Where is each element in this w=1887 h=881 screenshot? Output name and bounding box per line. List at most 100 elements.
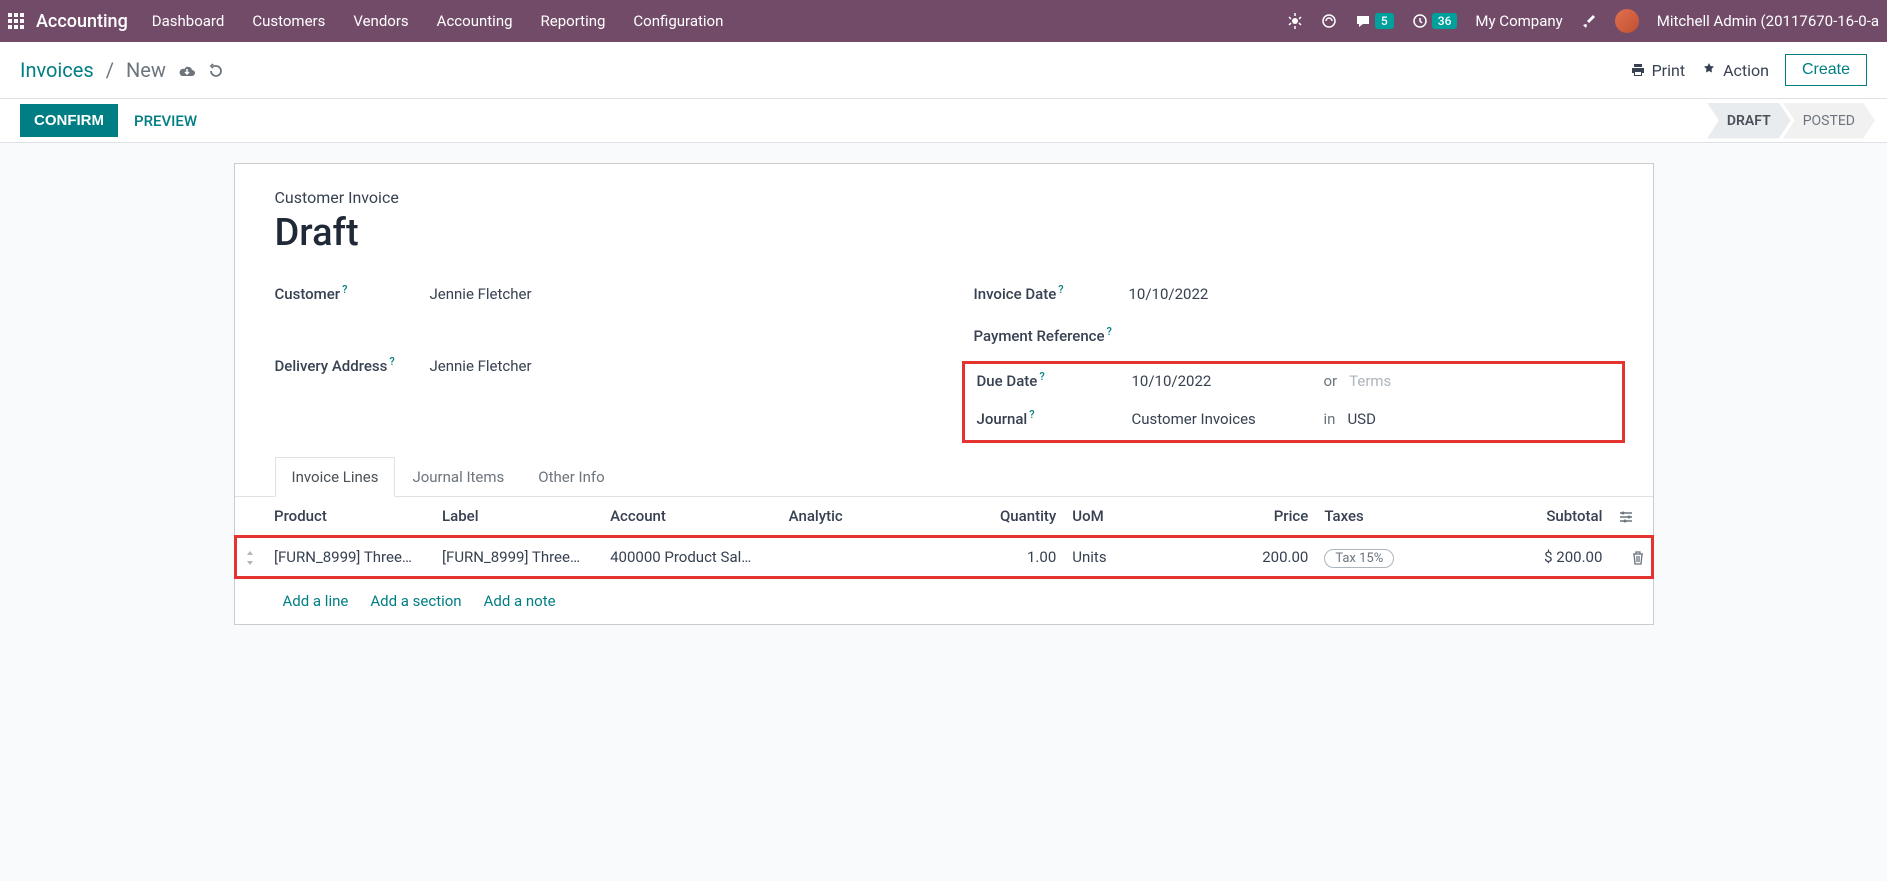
due-date-label: Due Date? [977, 370, 1132, 390]
tab-invoice-lines[interactable]: Invoice Lines [275, 457, 396, 497]
form-sheet: Customer Invoice Draft Customer? Jennie … [234, 163, 1654, 625]
preview-button[interactable]: PREVIEW [134, 112, 197, 130]
tax-pill[interactable]: Tax 15% [1324, 549, 1394, 568]
topbar-right: 5 36 My Company Mitchell Admin (20117670… [1287, 9, 1879, 33]
th-account[interactable]: Account [602, 497, 781, 536]
help-icon[interactable]: ? [1058, 283, 1063, 296]
nav-reporting[interactable]: Reporting [541, 12, 606, 30]
cell-product[interactable]: [FURN_8999] Three… [266, 536, 434, 579]
th-product[interactable]: Product [266, 497, 434, 536]
delivery-value[interactable]: Jennie Fletcher [430, 357, 532, 375]
nav-customers[interactable]: Customers [252, 12, 325, 30]
currency-value[interactable]: USD [1347, 410, 1375, 428]
action-button[interactable]: Action [1701, 61, 1769, 80]
breadcrumb-parent[interactable]: Invoices [20, 58, 94, 82]
cell-quantity[interactable]: 1.00 [959, 536, 1064, 579]
nav-vendors[interactable]: Vendors [353, 12, 408, 30]
nav-menu: Dashboard Customers Vendors Accounting R… [152, 12, 724, 30]
breadcrumb-actions: Print Action Create [1630, 54, 1867, 86]
cell-subtotal: $ 200.00 [1474, 536, 1611, 579]
help-icon[interactable]: ? [342, 283, 347, 296]
support-icon[interactable] [1321, 13, 1337, 29]
add-section-link[interactable]: Add a section [370, 592, 461, 610]
print-button[interactable]: Print [1630, 61, 1685, 80]
due-date-value[interactable]: 10/10/2022 [1132, 372, 1312, 390]
add-note-link[interactable]: Add a note [484, 592, 556, 610]
nav-configuration[interactable]: Configuration [633, 12, 723, 30]
terms-input[interactable]: Terms [1349, 372, 1391, 390]
highlight-box: Due Date? 10/10/2022 or Terms Journal? C… [962, 361, 1625, 443]
cell-taxes[interactable]: Tax 15% [1316, 536, 1474, 579]
activities-icon[interactable]: 36 [1412, 13, 1458, 29]
drag-handle-icon[interactable] [235, 536, 267, 579]
or-text: or [1324, 372, 1338, 390]
topbar: Accounting Dashboard Customers Vendors A… [0, 0, 1887, 42]
table-footer-links: Add a line Add a section Add a note [235, 578, 1653, 624]
tab-journal-items[interactable]: Journal Items [395, 457, 521, 496]
invoice-type: Customer Invoice [275, 188, 1613, 207]
customer-label: Customer? [275, 283, 430, 303]
delivery-label: Delivery Address? [275, 355, 430, 375]
discard-icon[interactable] [208, 61, 224, 80]
messages-badge: 5 [1375, 13, 1394, 29]
messages-icon[interactable]: 5 [1355, 13, 1394, 29]
cell-price[interactable]: 200.00 [1190, 536, 1316, 579]
create-button[interactable]: Create [1785, 54, 1867, 86]
action-label: Action [1723, 61, 1769, 80]
cloud-save-icon[interactable] [178, 61, 196, 80]
breadcrumb-bar: Invoices / New Print Action Create [0, 42, 1887, 99]
th-analytic[interactable]: Analytic [781, 497, 960, 536]
status-draft[interactable]: DRAFT [1707, 103, 1791, 139]
column-settings-icon[interactable] [1610, 497, 1652, 536]
table-row[interactable]: [FURN_8999] Three… [FURN_8999] Three… 40… [235, 536, 1653, 579]
in-text: in [1324, 410, 1336, 428]
cell-uom[interactable]: Units [1064, 536, 1190, 579]
cell-analytic[interactable] [781, 536, 960, 579]
content-wrap: Customer Invoice Draft Customer? Jennie … [0, 143, 1887, 645]
form-columns: Customer? Jennie Fletcher Delivery Addre… [275, 283, 1613, 437]
confirm-button[interactable]: CONFIRM [20, 104, 118, 137]
th-label[interactable]: Label [434, 497, 602, 536]
invoice-date-label: Invoice Date? [974, 283, 1129, 303]
cell-label[interactable]: [FURN_8999] Three… [434, 536, 602, 579]
app-name[interactable]: Accounting [36, 11, 128, 32]
form-col-right: Invoice Date? 10/10/2022 Payment Referen… [974, 283, 1613, 437]
company-switcher[interactable]: My Company [1475, 12, 1562, 30]
invoice-title: Draft [275, 211, 1613, 255]
tab-other-info[interactable]: Other Info [521, 457, 621, 496]
help-icon[interactable]: ? [1107, 325, 1112, 338]
cell-account[interactable]: 400000 Product Sal… [602, 536, 781, 579]
help-icon[interactable]: ? [1029, 408, 1034, 421]
th-price[interactable]: Price [1190, 497, 1316, 536]
add-line-link[interactable]: Add a line [283, 592, 349, 610]
bug-icon[interactable] [1287, 13, 1303, 29]
apps-icon[interactable] [8, 13, 24, 29]
tabs: Invoice Lines Journal Items Other Info [235, 457, 1653, 497]
th-subtotal[interactable]: Subtotal [1474, 497, 1611, 536]
breadcrumb-current: New [126, 58, 166, 82]
payment-ref-label: Payment Reference? [974, 325, 1129, 345]
nav-dashboard[interactable]: Dashboard [152, 12, 225, 30]
activities-badge: 36 [1432, 13, 1458, 29]
th-quantity[interactable]: Quantity [959, 497, 1064, 536]
status-posted[interactable]: POSTED [1783, 103, 1875, 139]
invoice-date-value[interactable]: 10/10/2022 [1129, 285, 1209, 303]
form-col-left: Customer? Jennie Fletcher Delivery Addre… [275, 283, 914, 437]
help-icon[interactable]: ? [1039, 370, 1044, 383]
journal-value[interactable]: Customer Invoices [1132, 410, 1312, 428]
tools-icon[interactable] [1581, 13, 1597, 29]
th-uom[interactable]: UoM [1064, 497, 1190, 536]
user-name[interactable]: Mitchell Admin (20117670-16-0-a [1657, 12, 1879, 30]
print-label: Print [1652, 61, 1685, 80]
help-icon[interactable]: ? [389, 355, 394, 368]
breadcrumb-separator: / [106, 58, 114, 82]
status-bar: CONFIRM PREVIEW DRAFT POSTED [0, 99, 1887, 143]
avatar[interactable] [1615, 9, 1639, 33]
th-taxes[interactable]: Taxes [1316, 497, 1474, 536]
status-steps: DRAFT POSTED [1707, 103, 1867, 139]
nav-accounting[interactable]: Accounting [437, 12, 513, 30]
invoice-lines-table: Product Label Account Analytic Quantity … [235, 497, 1653, 624]
journal-label: Journal? [977, 408, 1132, 428]
customer-value[interactable]: Jennie Fletcher [430, 285, 532, 303]
delete-row-icon[interactable] [1610, 536, 1652, 579]
